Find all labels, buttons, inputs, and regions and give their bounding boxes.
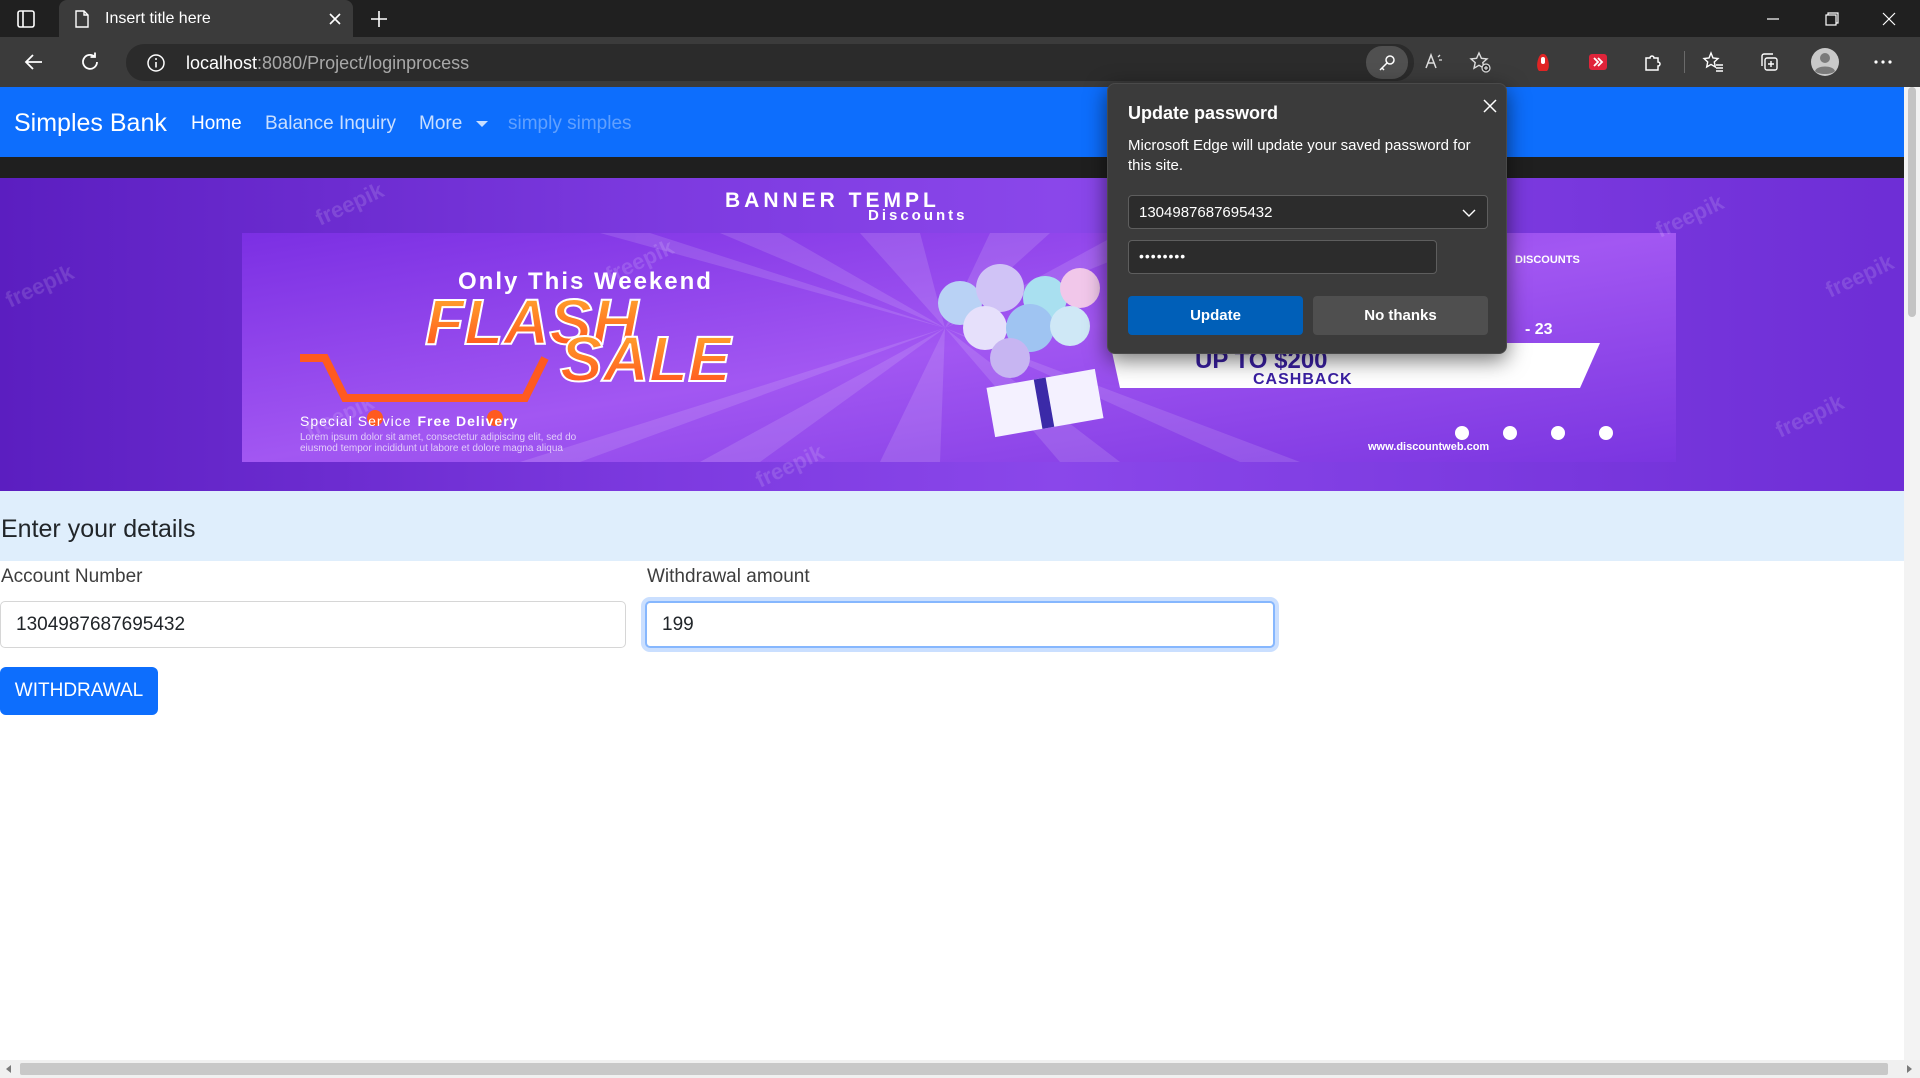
tab-title: Insert title here	[105, 10, 211, 27]
watermark-text: freepik	[312, 178, 389, 231]
popup-description: Microsoft Edge will update your saved pa…	[1128, 137, 1471, 174]
url-host: localhost	[186, 53, 258, 73]
tab-actions-icon[interactable]	[15, 8, 37, 30]
collections-icon[interactable]	[1756, 49, 1782, 75]
toolbar-divider	[1684, 51, 1685, 73]
withdrawal-amount-input[interactable]	[645, 601, 1275, 648]
extension-icon[interactable]	[1530, 49, 1556, 75]
banner-date: - 23	[1525, 321, 1553, 338]
key-icon[interactable]	[1366, 46, 1408, 79]
caret-down-icon[interactable]	[476, 121, 488, 127]
banner-website: www.discountweb.com	[1367, 441, 1489, 453]
nav-dropdown-more[interactable]: More	[419, 113, 462, 135]
browser-tab[interactable]: Insert title here	[59, 0, 353, 37]
nav-link-home[interactable]: Home	[191, 113, 242, 135]
plus-icon[interactable]	[368, 8, 390, 30]
banner-service: Special Service Free Delivery	[300, 413, 518, 429]
watermark-text: freepik	[1772, 389, 1849, 442]
ellipsis-icon[interactable]	[1870, 49, 1896, 75]
banner-top-strip	[0, 157, 1920, 178]
back-arrow-icon[interactable]	[21, 49, 47, 75]
withdrawal-amount-label: Withdrawal amount	[647, 566, 810, 587]
cashback-label: CASHBACK	[1253, 371, 1353, 388]
chevron-down-icon[interactable]	[1461, 205, 1477, 221]
vertical-scroll-thumb[interactable]	[1908, 87, 1916, 317]
info-icon[interactable]	[146, 53, 166, 73]
update-button[interactable]: Update	[1128, 296, 1303, 335]
popup-title: Update password	[1128, 103, 1279, 123]
watermark-text: freepik	[1652, 189, 1729, 242]
withdrawal-button[interactable]: WITHDRAWAL	[0, 667, 158, 715]
avatar-icon[interactable]	[1810, 47, 1840, 77]
banner-headline-sale: SALE	[560, 323, 733, 395]
brand-logo[interactable]: Simples Bank	[14, 109, 167, 138]
account-number-label: Account Number	[1, 566, 143, 587]
nav-link-simply-simples: simply simples	[508, 113, 632, 134]
watermark-text: freepik	[2, 259, 79, 312]
username-dropdown[interactable]: 1304987687695432	[1128, 195, 1488, 229]
site-navbar: Simples Bank Home Balance Inquiry More s…	[0, 87, 1920, 157]
password-field[interactable]: ••••••••	[1128, 240, 1437, 274]
no-thanks-button[interactable]: No thanks	[1313, 296, 1488, 335]
section-title: Enter your details	[1, 515, 196, 543]
star-plus-icon[interactable]	[1467, 49, 1493, 75]
browser-toolbar: localhost:8080/Project/loginprocess	[0, 37, 1920, 87]
url-text[interactable]: localhost:8080/Project/loginprocess	[186, 53, 469, 74]
close-icon[interactable]	[327, 11, 343, 27]
scroll-left-icon[interactable]	[5, 1065, 13, 1073]
banner-lorem-line-2: eiusmod tempor incididunt ut labore et d…	[300, 443, 563, 454]
horizontal-scrollbar[interactable]	[0, 1060, 1920, 1078]
discounts-logo: DISCOUNTS	[1515, 254, 1580, 266]
banner-subheading: Discounts	[868, 207, 968, 224]
account-number-input[interactable]	[0, 601, 626, 648]
minimize-icon[interactable]	[1745, 0, 1801, 37]
vertical-scrollbar[interactable]	[1904, 87, 1920, 1060]
password-mask: ••••••••	[1139, 248, 1187, 264]
page-icon	[74, 10, 90, 28]
close-icon[interactable]	[1478, 94, 1502, 118]
banner-lorem-line-1: Lorem ipsum dolor sit amet, consectetur …	[300, 432, 577, 443]
watermark-text: freepik	[1822, 249, 1899, 302]
username-value: 1304987687695432	[1139, 204, 1273, 221]
url-path: :8080/Project/loginprocess	[257, 53, 470, 73]
details-section-header: Enter your details	[0, 491, 1920, 561]
favorites-icon[interactable]	[1700, 49, 1726, 75]
restore-icon[interactable]	[1804, 0, 1860, 37]
promo-banner: freepik freepik freepik freepik freepik …	[0, 178, 1920, 491]
read-aloud-icon[interactable]	[1421, 49, 1447, 75]
horizontal-scroll-thumb[interactable]	[20, 1063, 1888, 1075]
browser-tab-bar: Insert title here	[0, 0, 1920, 37]
extension-icon[interactable]	[1585, 49, 1611, 75]
window-close-icon[interactable]	[1861, 0, 1917, 37]
update-password-popup: Update password Microsoft Edge will upda…	[1107, 83, 1507, 354]
nav-link-balance-inquiry[interactable]: Balance Inquiry	[265, 113, 396, 135]
address-bar[interactable]: localhost:8080/Project/loginprocess	[126, 44, 1491, 81]
scroll-right-icon[interactable]	[1905, 1065, 1913, 1073]
puzzle-icon[interactable]	[1640, 49, 1666, 75]
refresh-icon[interactable]	[77, 49, 103, 75]
